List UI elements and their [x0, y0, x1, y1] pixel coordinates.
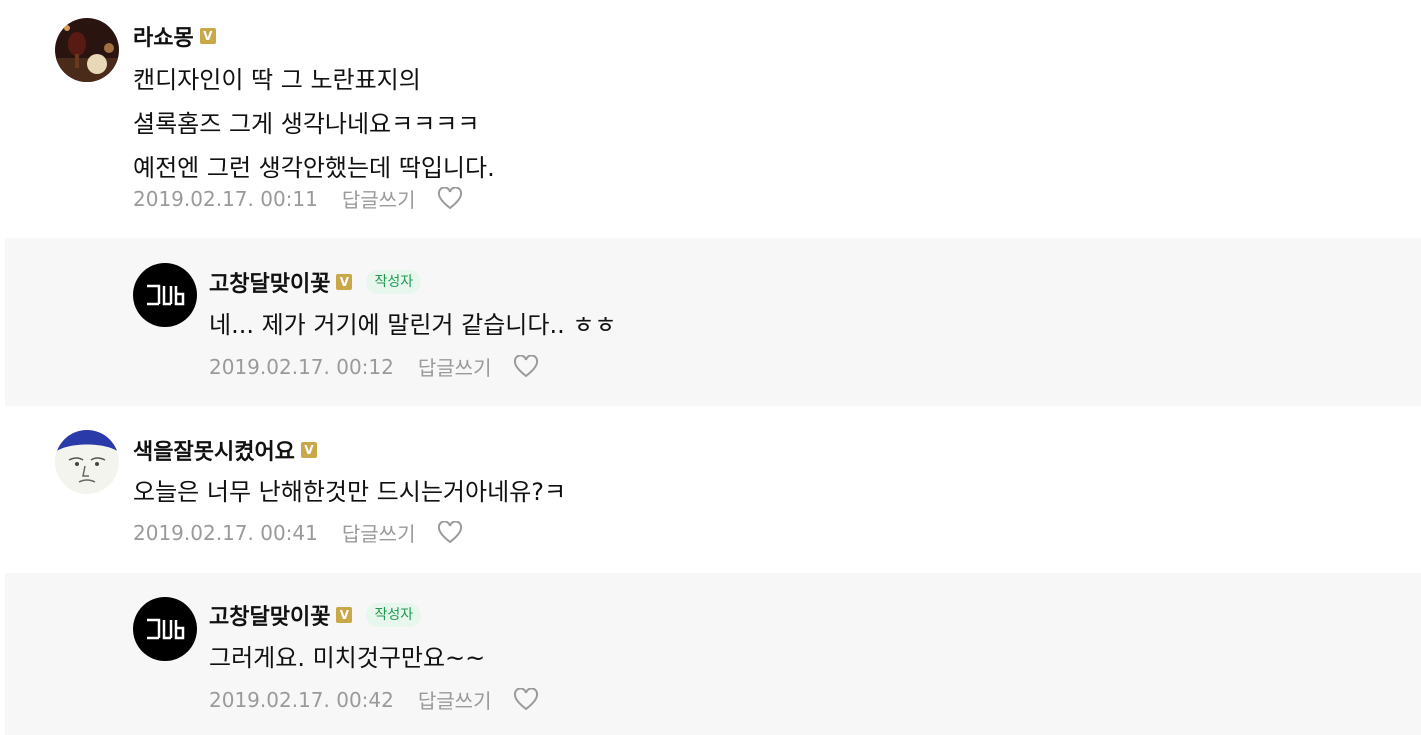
comment-meta: 2019.02.17. 00:11 답글쓰기 — [133, 184, 463, 213]
reply-button[interactable]: 답글쓰기 — [418, 685, 492, 714]
verified-badge-icon: V — [199, 28, 216, 44]
gd-logo-icon — [147, 618, 185, 640]
comment-meta: 2019.02.17. 00:42 답글쓰기 — [209, 685, 539, 714]
author-name-text: 고창달맞이꽃 — [209, 272, 331, 297]
reply-item: 고창달맞이꽃 V 작성자 그러게요. 미치것구만요~~ 2019.02.17. … — [5, 573, 1421, 735]
author-name[interactable]: 고창달맞이꽃 V 작성자 — [209, 599, 422, 631]
cartoon-face-avatar-icon — [55, 430, 119, 494]
comment-line: 네... 제가 거기에 말린거 같습니다.. ㅎㅎ — [209, 311, 617, 339]
comment-line: 캔디자인이 딱 그 노란표지의 — [133, 66, 421, 94]
reply-button[interactable]: 답글쓰기 — [342, 184, 416, 213]
timestamp: 2019.02.17. 00:42 — [209, 687, 394, 712]
reply-item: 고창달맞이꽃 V 작성자 네... 제가 거기에 말린거 같습니다.. ㅎㅎ 2… — [5, 238, 1421, 406]
comment-text: 오늘은 너무 난해한것만 드시는거아네유?ㅋ — [133, 470, 566, 514]
comment-line: 그러게요. 미치것구만요~~ — [209, 644, 486, 672]
verified-badge-icon: V — [336, 274, 353, 290]
timestamp: 2019.02.17. 00:11 — [133, 186, 318, 211]
author-name[interactable]: 색을잘못시켰어요 V — [133, 434, 317, 466]
timestamp: 2019.02.17. 00:12 — [209, 354, 394, 379]
heart-icon[interactable] — [513, 687, 539, 712]
user-avatar[interactable] — [133, 263, 197, 327]
user-avatar[interactable] — [55, 430, 119, 494]
verified-badge-icon: V — [300, 442, 317, 458]
gd-logo-icon — [147, 284, 185, 306]
comment-text: 캔디자인이 딱 그 노란표지의 셜록홈즈 그게 생각나네요ㅋㅋㅋㅋ 예전엔 그런… — [133, 58, 495, 190]
user-avatar[interactable] — [133, 597, 197, 661]
author-name-text: 색을잘못시켰어요 — [133, 440, 295, 465]
heart-icon[interactable] — [437, 186, 463, 211]
comment-meta: 2019.02.17. 00:41 답글쓰기 — [133, 518, 463, 547]
user-avatar[interactable] — [55, 18, 119, 82]
comment-text: 네... 제가 거기에 말린거 같습니다.. ㅎㅎ — [209, 303, 617, 347]
reply-button[interactable]: 답글쓰기 — [418, 352, 492, 381]
comment-line: 셜록홈즈 그게 생각나네요ㅋㅋㅋㅋ — [133, 110, 480, 138]
author-name-text: 고창달맞이꽃 — [209, 605, 331, 630]
photo-avatar-icon — [55, 18, 119, 82]
author-name[interactable]: 고창달맞이꽃 V 작성자 — [209, 266, 422, 298]
author-tag-badge: 작성자 — [366, 603, 422, 627]
comment-line: 오늘은 너무 난해한것만 드시는거아네유?ㅋ — [133, 478, 567, 506]
heart-icon[interactable] — [437, 520, 463, 545]
timestamp: 2019.02.17. 00:41 — [133, 520, 318, 545]
comment-meta: 2019.02.17. 00:12 답글쓰기 — [209, 352, 539, 381]
comment-text: 그러게요. 미치것구만요~~ — [209, 636, 485, 680]
heart-icon[interactable] — [513, 354, 539, 379]
author-name-text: 라쇼몽 — [133, 26, 194, 51]
author-tag-badge: 작성자 — [366, 270, 422, 294]
comment-item: 라쇼몽 V 캔디자인이 딱 그 노란표지의 셜록홈즈 그게 생각나네요ㅋㅋㅋㅋ … — [0, 0, 1421, 238]
verified-badge-icon: V — [336, 607, 353, 623]
author-name[interactable]: 라쇼몽 V — [133, 20, 216, 52]
comment-item: 색을잘못시켰어요 V 오늘은 너무 난해한것만 드시는거아네유?ㅋ 2019.0… — [0, 406, 1421, 573]
reply-button[interactable]: 답글쓰기 — [342, 518, 416, 547]
